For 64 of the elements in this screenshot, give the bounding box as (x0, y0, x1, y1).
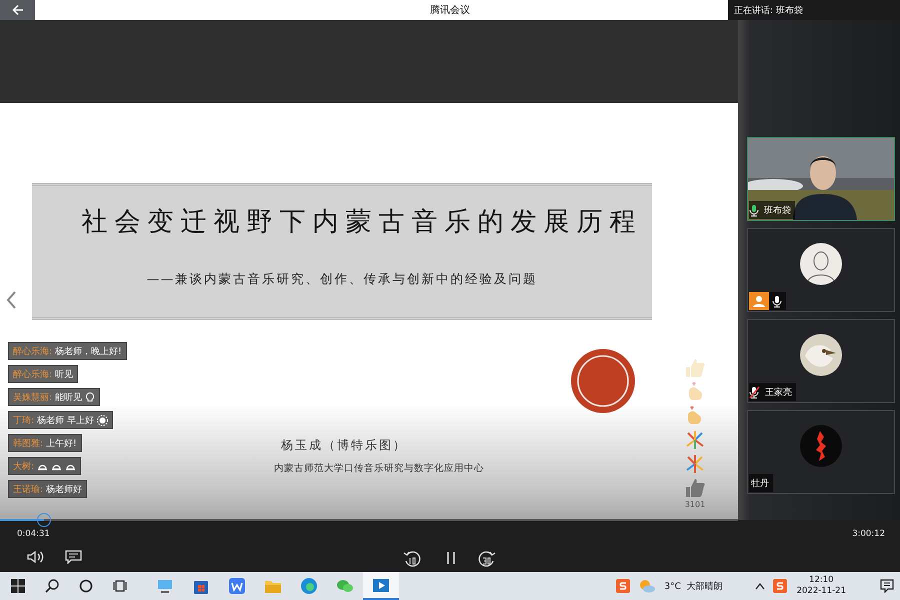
chat-username: 醉心乐海: (13, 346, 52, 358)
slide-affiliation: 内蒙古师范大学口传音乐研究与数字化应用中心 (274, 462, 484, 475)
chat-username: 丁琦: (13, 414, 34, 426)
chat-text: 杨老师好 (46, 484, 82, 496)
participant-name: 王家亮 (765, 386, 792, 398)
like-count: 3101 (684, 500, 706, 509)
chat-username: 吴姝慧丽: (13, 392, 52, 404)
start-icon[interactable] (11, 579, 25, 593)
elapsed-time: 0:04:31 (17, 529, 50, 539)
chevron-left-icon[interactable] (5, 290, 17, 310)
firework-icon (685, 454, 705, 474)
taskbar-app[interactable] (363, 572, 399, 600)
chat-username: 韩图雅: (13, 438, 44, 450)
window-title: 腾讯会议 (430, 4, 470, 17)
sun-icon (96, 414, 108, 426)
finger-heart-icon (686, 382, 704, 402)
progress-handle[interactable] (37, 513, 52, 527)
weather-text[interactable]: 3°C 大部晴朗 (664, 580, 723, 592)
chat-text: 杨老师，晚上好! (55, 346, 122, 358)
chat-text: 杨老师 早上好 (37, 414, 94, 426)
chat-username: 大树: (13, 460, 34, 472)
chat-username: 醉心乐海: (13, 368, 52, 380)
document-app-icon (228, 577, 246, 595)
participant-tile[interactable] (747, 228, 895, 312)
seal-drawing (571, 349, 635, 413)
bulb-icon (85, 392, 96, 402)
participant-tile[interactable]: 牡丹 (747, 410, 895, 494)
finger-heart-icon (686, 406, 704, 426)
participant-tile[interactable]: 班布袋 (747, 137, 895, 221)
chevron-up-icon[interactable] (754, 582, 765, 590)
chat-username: 王诺瑜: (13, 484, 44, 496)
slide-author: 杨玉成（博特乐图） (281, 437, 407, 454)
notification-icon[interactable] (880, 579, 894, 593)
clock-date[interactable]: 2022-11-21 (796, 586, 846, 597)
back-button[interactable] (0, 0, 35, 20)
firework-icon (685, 430, 705, 450)
computer-icon (156, 577, 174, 595)
thumbs-up-icon (684, 358, 706, 378)
back-arrow-icon (12, 4, 24, 16)
total-duration: 3:00:12 (852, 529, 885, 539)
participant-tile[interactable]: 王家亮 (747, 319, 895, 403)
slide-title: 社会变迁视野下内蒙古音乐的发展历程 (82, 206, 642, 239)
player-app-icon (372, 576, 390, 594)
clock-time[interactable]: 12:10 (809, 575, 834, 586)
task-view-icon[interactable] (113, 579, 127, 593)
browser-icon (300, 577, 318, 595)
like-button-icon[interactable] (684, 478, 706, 498)
search-icon[interactable] (45, 579, 59, 593)
rewind-10-icon[interactable] (403, 550, 421, 568)
speaking-label: 正在讲话: 班布袋 (734, 4, 803, 16)
forward-30-icon[interactable] (478, 550, 496, 568)
chat-text: 能听见 (55, 392, 82, 404)
circle-icon[interactable] (79, 579, 93, 593)
input-method-icon[interactable] (616, 579, 630, 593)
chat-text: 上午好! (46, 438, 77, 450)
volume-icon[interactable] (27, 550, 45, 564)
participant-name: 班布袋 (764, 204, 791, 216)
chat-app-icon (336, 577, 354, 595)
chat-icon[interactable] (65, 550, 82, 564)
input-method-icon[interactable] (772, 579, 787, 593)
slide-subtitle: ——兼谈内蒙古音乐研究、创作、传承与创新中的经验及问题 (146, 271, 538, 288)
participant-name: 牡丹 (751, 478, 769, 490)
pause-icon[interactable] (444, 550, 458, 566)
chat-text: 听见 (55, 368, 74, 380)
